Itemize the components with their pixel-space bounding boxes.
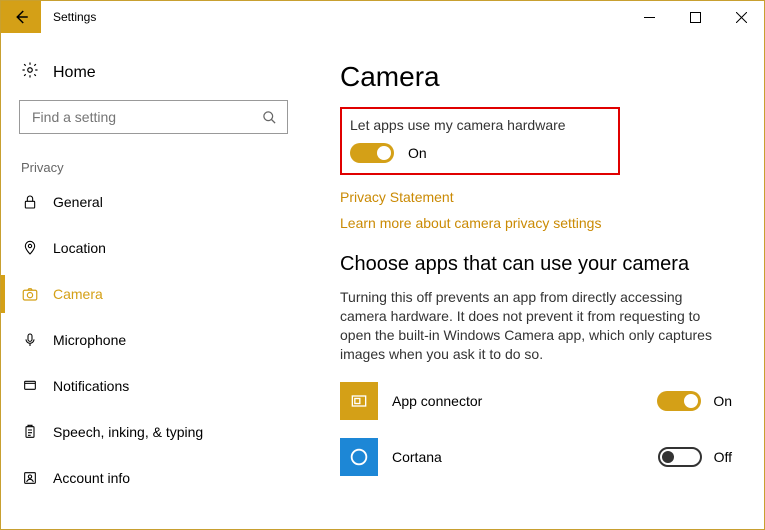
search-input[interactable] [30,108,250,126]
search-icon [262,110,277,125]
titlebar: Settings [1,1,764,33]
app-connector-icon [340,382,378,420]
sidebar: Home Privacy General Location Camera Mic… [1,33,306,529]
privacy-statement-link[interactable]: Privacy Statement [340,189,732,205]
cortana-toggle[interactable] [658,447,702,467]
app-name: Cortana [392,449,442,465]
main-panel: Camera Let apps use my camera hardware O… [306,33,764,529]
maximize-button[interactable] [672,1,718,33]
section-label: Privacy [19,160,288,179]
camera-icon [21,285,39,303]
app-name: App connector [392,393,482,409]
sidebar-item-label: Notifications [53,378,129,394]
minimize-icon [644,12,655,23]
account-icon [21,470,39,486]
camera-permission-toggle[interactable] [350,143,394,163]
app-connector-toggle[interactable] [657,391,701,411]
sidebar-item-label: Camera [53,286,103,302]
page-title: Camera [340,61,732,93]
sidebar-item-label: Location [53,240,106,256]
toggle-state-label: On [713,393,732,409]
cortana-icon [340,438,378,476]
minimize-button[interactable] [626,1,672,33]
permission-label: Let apps use my camera hardware [350,117,610,133]
sidebar-item-label: Speech, inking, & typing [53,424,203,440]
back-button[interactable] [1,1,41,33]
learn-more-link[interactable]: Learn more about camera privacy settings [340,215,732,231]
search-box[interactable] [19,100,288,134]
toggle-state-label: On [408,145,427,161]
clipboard-icon [21,424,39,440]
highlight-box: Let apps use my camera hardware On [340,107,620,175]
sidebar-item-camera[interactable]: Camera [19,271,288,317]
toggle-state-label: Off [714,449,732,465]
close-button[interactable] [718,1,764,33]
close-icon [736,12,747,23]
app-row: Cortana Off [340,438,732,476]
maximize-icon [690,12,701,23]
arrow-left-icon [12,8,30,26]
window-title: Settings [53,10,96,24]
sidebar-item-microphone[interactable]: Microphone [19,317,288,363]
sidebar-item-label: General [53,194,103,210]
window-controls [626,1,764,33]
sidebar-item-account[interactable]: Account info [19,455,288,501]
choose-apps-desc: Turning this off prevents an app from di… [340,288,720,364]
sidebar-item-speech[interactable]: Speech, inking, & typing [19,409,288,455]
sidebar-item-label: Account info [53,470,130,486]
notifications-icon [21,378,39,394]
home-link[interactable]: Home [19,55,288,94]
gear-icon [21,61,39,84]
lock-icon [21,194,39,210]
sidebar-item-general[interactable]: General [19,179,288,225]
location-icon [21,240,39,256]
sidebar-item-location[interactable]: Location [19,225,288,271]
microphone-icon [21,332,39,348]
app-row: App connector On [340,382,732,420]
home-label: Home [53,64,96,82]
sidebar-item-label: Microphone [53,332,126,348]
sidebar-item-notifications[interactable]: Notifications [19,363,288,409]
choose-apps-heading: Choose apps that can use your camera [340,253,732,276]
